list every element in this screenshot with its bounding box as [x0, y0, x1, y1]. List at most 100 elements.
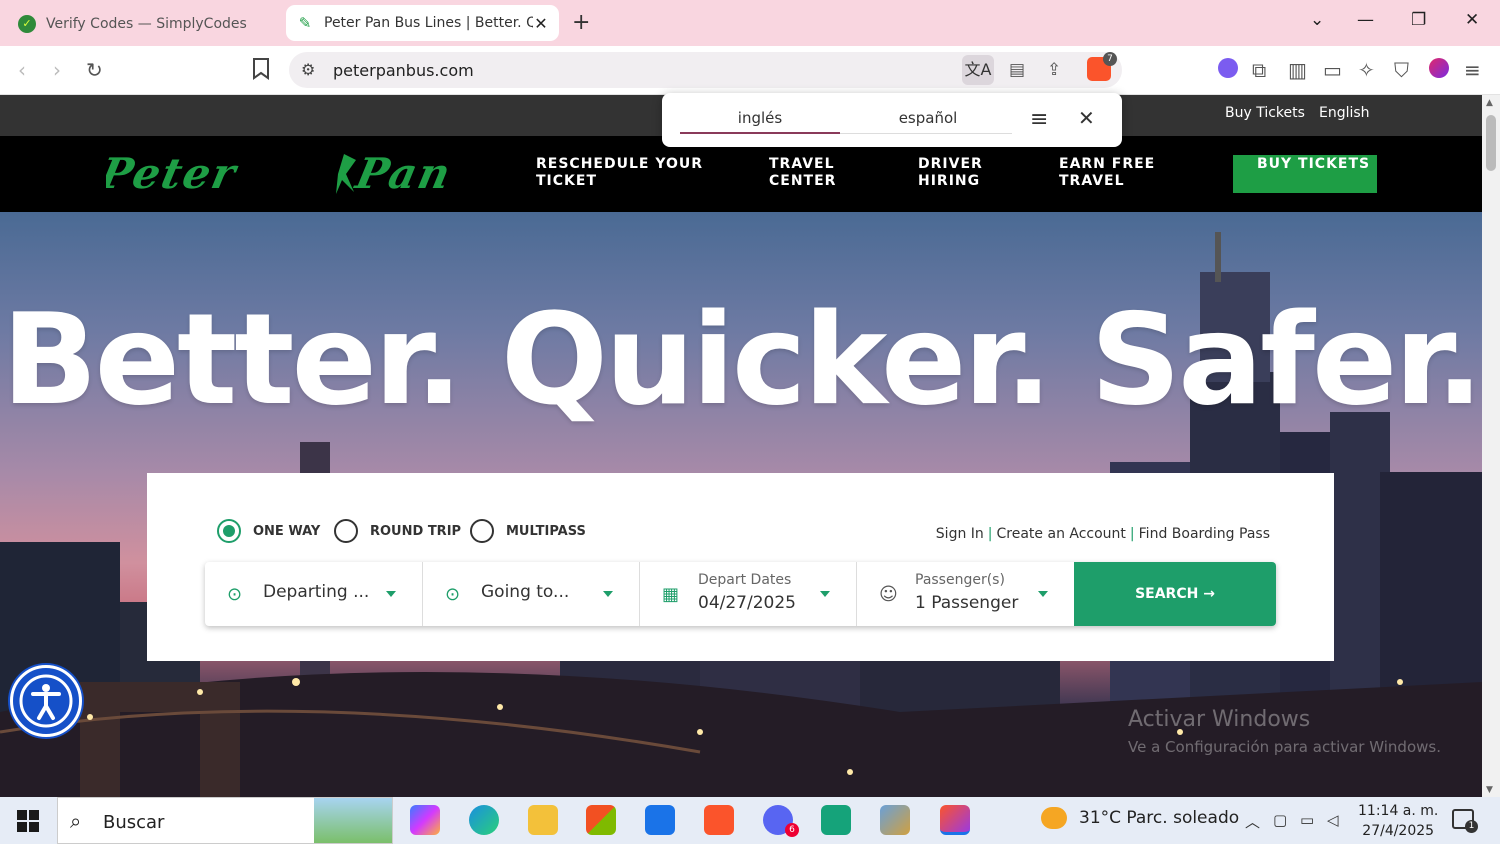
- close-window-button[interactable]: ✕: [1465, 10, 1479, 30]
- translate-popup: inglés español ≡ ✕: [662, 93, 1122, 147]
- minimize-button[interactable]: —: [1357, 10, 1374, 30]
- vpn-shield-icon[interactable]: ⛉: [1394, 58, 1409, 82]
- share-icon[interactable]: ⇪: [1047, 60, 1061, 80]
- scrollbar-thumb[interactable]: [1486, 115, 1496, 171]
- tab-search-chevron-icon[interactable]: ⌄: [1310, 10, 1324, 30]
- reload-button[interactable]: ↻: [86, 58, 103, 82]
- scroll-up-icon[interactable]: ▲: [1486, 98, 1493, 108]
- file-explorer-app-icon[interactable]: [528, 805, 558, 835]
- search-icon: ⌕: [70, 809, 82, 833]
- tab-title: Peter Pan Bus Lines | Better. Qu: [324, 15, 533, 31]
- restore-button[interactable]: ❐: [1411, 10, 1426, 30]
- passengers-label: Passenger(s): [915, 572, 1005, 588]
- brave-active-window-icon[interactable]: [940, 805, 970, 835]
- language-selector[interactable]: English: [1319, 105, 1370, 121]
- weather-widget[interactable]: 31°C Parc. soleado: [1041, 807, 1239, 829]
- forward-button[interactable]: ›: [53, 58, 61, 82]
- app-icon[interactable]: [880, 805, 910, 835]
- nav-driver-hiring[interactable]: DRIVER HIRING: [918, 156, 1008, 190]
- find-boarding-pass-link[interactable]: Find Boarding Pass: [1139, 526, 1270, 542]
- sign-in-link[interactable]: Sign In: [936, 526, 984, 542]
- translate-icon[interactable]: 文A: [962, 55, 994, 85]
- address-bar[interactable]: ⚙ peterpanbus.com 文A ▤ ⇪ 7: [289, 52, 1122, 88]
- activate-windows-subtitle: Ve a Configuración para activar Windows.: [1128, 738, 1441, 756]
- person-icon: ☺: [879, 584, 898, 605]
- ms-store-app-icon[interactable]: [586, 805, 616, 835]
- weather-sun-icon: [1041, 807, 1067, 829]
- new-tab-button[interactable]: +: [572, 10, 590, 35]
- vpn-app-icon[interactable]: [821, 805, 851, 835]
- round-trip-radio[interactable]: ROUND TRIP: [334, 519, 461, 543]
- nav-buy-tickets-button[interactable]: BUY TICKETS: [1233, 155, 1377, 193]
- departing-select[interactable]: ⊙ Departing ...: [205, 562, 423, 626]
- profile-avatar[interactable]: [1429, 58, 1449, 83]
- extensions-icon[interactable]: ⧉: [1252, 58, 1266, 82]
- taskbar-search-box[interactable]: ⌕ Buscar: [57, 797, 393, 844]
- brave-app-icon[interactable]: [704, 805, 734, 835]
- svg-text:Pan: Pan: [351, 150, 457, 198]
- bookmark-icon[interactable]: [252, 58, 270, 85]
- clock-date: 27/4/2025: [1362, 823, 1435, 839]
- nav-reschedule-ticket[interactable]: RESCHEDULE YOUR TICKET: [536, 156, 736, 190]
- reader-mode-icon[interactable]: ▤: [1009, 60, 1025, 80]
- separator: |: [987, 526, 993, 542]
- translate-options-menu-icon[interactable]: ≡: [1030, 107, 1048, 132]
- mail-app-icon[interactable]: [645, 805, 675, 835]
- nav-travel-center[interactable]: TRAVEL CENTER: [769, 156, 859, 190]
- volume-muted-icon[interactable]: ◁: [1327, 811, 1339, 829]
- chevron-down-icon: [1038, 591, 1048, 597]
- nav-earn-free-travel[interactable]: EARN FREE TRAVEL: [1059, 156, 1169, 190]
- windows-start-icon[interactable]: [17, 810, 39, 832]
- peter-pan-logo[interactable]: Peter Pan: [106, 150, 498, 198]
- simplycodes-favicon-icon: ✓: [18, 14, 36, 33]
- multipass-radio[interactable]: MULTIPASS: [470, 519, 586, 543]
- back-button[interactable]: ‹: [18, 58, 26, 82]
- network-icon[interactable]: ▭: [1300, 811, 1314, 829]
- source-language-tab[interactable]: inglés: [680, 109, 840, 127]
- sidebar-icon[interactable]: ▥: [1288, 58, 1307, 82]
- one-way-radio[interactable]: ONE WAY: [217, 519, 320, 543]
- target-language-tab[interactable]: español: [848, 109, 1008, 127]
- brave-shields-icon[interactable]: 7: [1087, 52, 1117, 81]
- notification-center-icon[interactable]: 1: [1452, 809, 1478, 833]
- depart-date-value: 04/27/2025: [698, 593, 796, 613]
- search-form: ⊙ Departing ... ⊙ Going to... ▦ Depart D…: [205, 562, 1276, 626]
- one-way-label: ONE WAY: [253, 523, 321, 539]
- search-label: SEARCH: [1135, 586, 1199, 602]
- tab-divider: [840, 133, 1012, 134]
- browser-tab-strip: ✓ Verify Codes — SimplyCodes ✎ Peter Pan…: [0, 0, 1500, 46]
- site-settings-icon[interactable]: ⚙: [301, 60, 315, 79]
- windows-taskbar: ⌕ Buscar 6 31°C Parc. soleado ︿ ▢ ▭ ◁ 11…: [0, 797, 1500, 844]
- leo-ai-icon[interactable]: ✧: [1358, 58, 1375, 82]
- wallet-icon[interactable]: ▭: [1323, 58, 1342, 82]
- tab-peterpan[interactable]: ✎ Peter Pan Bus Lines | Better. Qu ✕: [286, 5, 559, 41]
- going-to-select[interactable]: ⊙ Going to...: [423, 562, 640, 626]
- edge-app-icon[interactable]: [469, 805, 499, 835]
- chevron-down-icon: [820, 591, 830, 597]
- accessibility-button[interactable]: [10, 665, 82, 737]
- close-icon[interactable]: ✕: [1078, 106, 1095, 130]
- close-tab-icon[interactable]: ✕: [533, 14, 549, 33]
- scroll-down-icon[interactable]: ▼: [1486, 785, 1493, 795]
- site-navbar: Peter Pan RESCHEDULE YOUR TICKET TRAVEL …: [0, 136, 1482, 212]
- weather-text: 31°C Parc. soleado: [1079, 808, 1240, 828]
- discord-app-icon[interactable]: 6: [763, 805, 799, 837]
- url-text[interactable]: peterpanbus.com: [333, 61, 474, 80]
- passengers-select[interactable]: ☺ Passenger(s) 1 Passenger: [857, 562, 1074, 626]
- vpn-extension-icon[interactable]: [1218, 58, 1238, 83]
- create-account-link[interactable]: Create an Account: [997, 526, 1126, 542]
- topbar-buy-tickets-link[interactable]: Buy Tickets: [1225, 105, 1305, 121]
- page-scrollbar[interactable]: ▲ ▼: [1482, 95, 1500, 797]
- menu-icon[interactable]: ≡: [1464, 58, 1481, 82]
- browser-toolbar: ‹ › ↻ ⚙ peterpanbus.com 文A ▤ ⇪ 7 ⧉ ▥ ▭ ✧…: [0, 46, 1500, 95]
- meet-now-icon[interactable]: ▢: [1273, 811, 1287, 829]
- activate-windows-title: Activar Windows: [1128, 707, 1311, 732]
- copilot-app-icon[interactable]: [410, 805, 440, 835]
- system-clock[interactable]: 11:14 a. m. 27/4/2025: [1358, 801, 1438, 841]
- show-hidden-icons-chevron-icon[interactable]: ︿: [1245, 811, 1260, 832]
- radio-unchecked-icon: [470, 519, 494, 543]
- tab-simplycodes[interactable]: ✓ Verify Codes — SimplyCodes: [8, 5, 276, 42]
- depart-date-picker[interactable]: ▦ Depart Dates 04/27/2025: [640, 562, 857, 626]
- location-pin-icon: ⊙: [445, 584, 461, 605]
- search-button[interactable]: SEARCH →: [1074, 562, 1276, 626]
